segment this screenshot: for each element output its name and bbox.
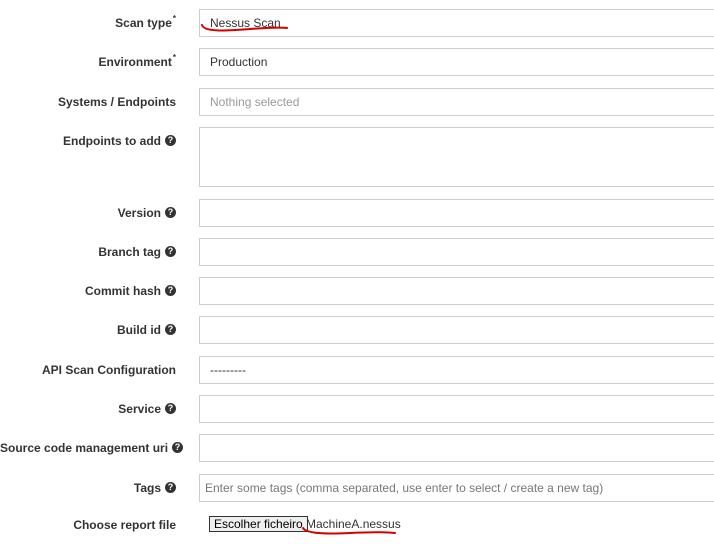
api-scan-configuration-value: ---------: [210, 363, 246, 377]
build-id-label: Build id?: [0, 323, 176, 337]
annotation-underlines: [201, 24, 396, 535]
branch-tag-input[interactable]: [199, 238, 714, 266]
question-circle-icon[interactable]: ?: [165, 285, 176, 297]
question-circle-icon[interactable]: ?: [165, 207, 176, 219]
question-circle-icon[interactable]: ?: [165, 324, 176, 336]
question-circle-icon[interactable]: ?: [165, 482, 176, 494]
branch-tag-label: Branch tag?: [0, 245, 176, 259]
commit-hash-input[interactable]: [199, 277, 714, 305]
api-scan-configuration-label: API Scan Configuration: [41, 363, 176, 377]
api-scan-configuration-select[interactable]: ---------: [199, 356, 714, 384]
build-id-input[interactable]: [199, 316, 714, 344]
tags-placeholder: Enter some tags (comma separated, use en…: [205, 481, 604, 495]
service-label: Service?: [0, 402, 176, 416]
scan-type-select[interactable]: Nessus Scan: [199, 9, 714, 37]
systems-endpoints-select[interactable]: Nothing selected: [199, 88, 714, 116]
version-input[interactable]: [199, 199, 714, 227]
report-file-label: Choose report file: [73, 518, 176, 532]
question-circle-icon[interactable]: ?: [172, 442, 184, 454]
selected-file-name: MachineA.nessus: [306, 517, 401, 531]
environment-select[interactable]: Production: [199, 48, 714, 76]
scan-type-value: Nessus Scan: [210, 16, 281, 30]
required-marker: *: [172, 53, 176, 62]
question-circle-icon[interactable]: ?: [165, 135, 176, 147]
service-input[interactable]: [199, 395, 714, 423]
endpoints-to-add-label: Endpoints to add?: [0, 134, 176, 148]
endpoints-to-add-textarea[interactable]: [199, 127, 714, 187]
choose-file-button[interactable]: Escolher ficheiro: [209, 516, 308, 532]
question-circle-icon[interactable]: ?: [165, 403, 176, 415]
tags-input[interactable]: Enter some tags (comma separated, use en…: [199, 474, 714, 502]
source-code-management-uri-label: Source code management uri?: [0, 441, 184, 455]
environment-value: Production: [210, 55, 268, 69]
environment-label: Environment*: [98, 53, 176, 69]
systems-endpoints-label: Systems / Endpoints: [57, 95, 176, 109]
commit-hash-label: Commit hash?: [0, 284, 176, 298]
source-code-management-uri-input[interactable]: [199, 434, 714, 462]
question-circle-icon[interactable]: ?: [165, 246, 176, 258]
version-label: Version?: [0, 206, 176, 220]
scan-type-label: Scan type*: [115, 14, 176, 30]
tags-label: Tags?: [0, 481, 176, 495]
required-marker: *: [172, 14, 176, 23]
systems-endpoints-placeholder: Nothing selected: [210, 95, 300, 109]
